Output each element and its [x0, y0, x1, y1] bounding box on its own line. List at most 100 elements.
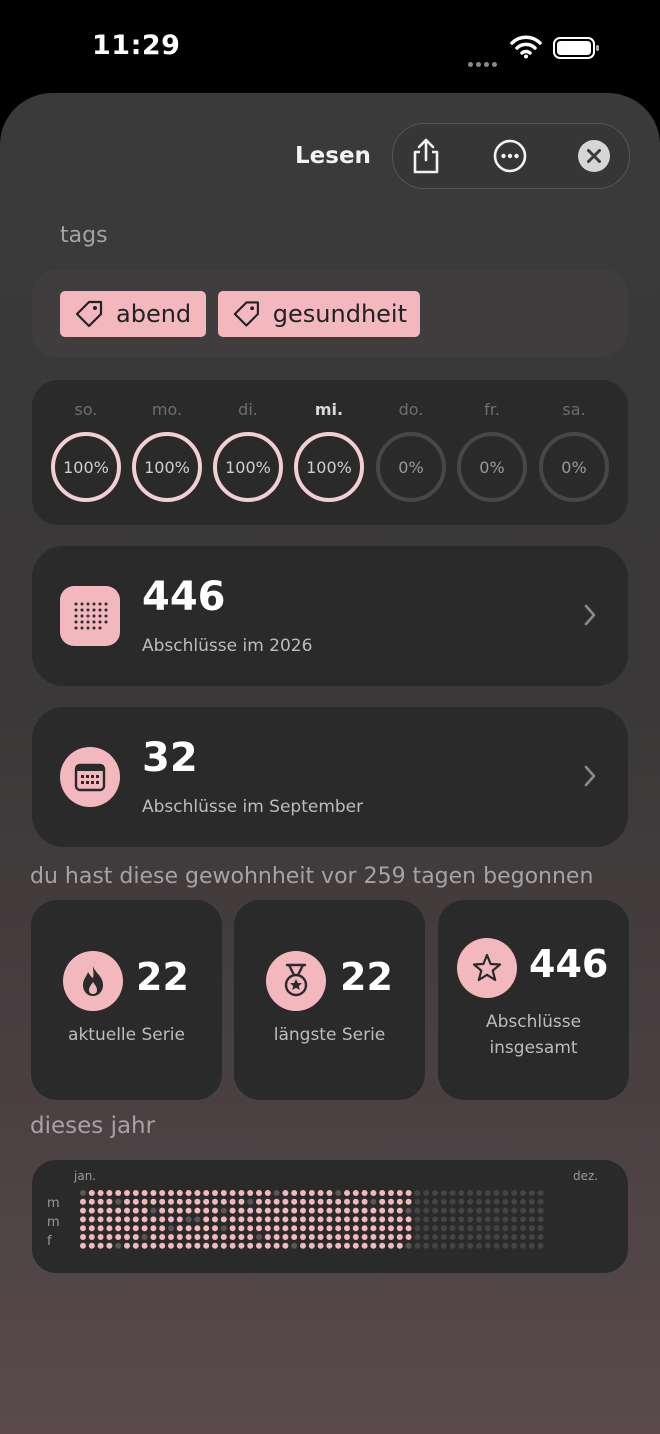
current-streak-label: aktuelle Serie	[68, 1025, 185, 1045]
habit-detail-sheet: Lesen tags abend gesundheit so. 100% mo.…	[0, 93, 660, 1434]
heatmap-day-dot	[414, 1216, 421, 1223]
year-completions-label: Abschlüsse im 2026	[142, 636, 313, 656]
heatmap-day-dot	[150, 1234, 157, 1240]
share-button[interactable]	[396, 124, 456, 188]
heatmap-day-dot	[150, 1198, 157, 1205]
weekday-column[interactable]: di. 100%	[209, 400, 287, 502]
weekday-column[interactable]: so. 100%	[47, 400, 125, 502]
heatmap-day-dot	[467, 1225, 474, 1232]
heatmap-day-dot	[520, 1207, 526, 1214]
heatmap-day-dot	[432, 1216, 438, 1223]
heatmap-day-dot	[141, 1216, 148, 1223]
month-completions-card[interactable]: 32 Abschlüsse im September	[32, 707, 628, 847]
heatmap-day-dot	[176, 1234, 183, 1240]
heatmap-day-dot	[396, 1242, 403, 1249]
heatmap-day-dot	[326, 1216, 333, 1223]
weekday-column[interactable]: mo. 100%	[128, 400, 206, 502]
heatmap-day-dot	[282, 1207, 289, 1214]
heatmap-day-dot	[115, 1198, 122, 1205]
year-heatmap-card[interactable]: jan. dez. m m f	[32, 1160, 628, 1273]
heatmap-day-dot	[291, 1207, 298, 1214]
heatmap-day-dot	[141, 1190, 148, 1196]
heatmap-day-dot	[194, 1190, 201, 1196]
heatmap-day-dot	[520, 1190, 526, 1196]
heatmap-day-dot	[168, 1207, 174, 1214]
heatmap-day-dot	[308, 1198, 315, 1205]
heatmap-day-dot	[520, 1225, 526, 1232]
heatmap-day-dot	[352, 1242, 359, 1249]
heatmap-day-dot	[467, 1198, 474, 1205]
battery-icon	[553, 36, 601, 64]
weekday-column[interactable]: do. 0%	[372, 400, 450, 502]
weekday-column[interactable]: fr. 0%	[453, 400, 531, 502]
heatmap-day-dot	[476, 1242, 482, 1249]
heatmap-day-dot	[220, 1198, 227, 1205]
heatmap-day-dot	[97, 1198, 104, 1205]
heatmap-day-dot	[458, 1198, 465, 1205]
heatmap-day-dot	[352, 1198, 359, 1205]
heatmap-day-dot	[264, 1242, 271, 1249]
heatmap-day-dot	[335, 1242, 342, 1249]
heatmap-day-dot	[185, 1225, 192, 1232]
heatmap-day-dot	[326, 1198, 333, 1205]
heatmap-day-dot	[291, 1234, 298, 1240]
heatmap-day-dot	[326, 1207, 333, 1214]
heatmap-day-dot	[97, 1190, 104, 1196]
weekday-column[interactable]: mi. 100%	[290, 400, 368, 502]
heatmap-day-dot	[80, 1225, 86, 1232]
heatmap-day-dot	[115, 1216, 122, 1223]
heatmap-day-dot	[300, 1216, 306, 1223]
heatmap-day-dot	[432, 1190, 438, 1196]
heatmap-day-dot	[449, 1234, 456, 1240]
heatmap-day-dot	[326, 1190, 333, 1196]
heatmap-day-dot	[379, 1242, 386, 1249]
heatmap-day-dot	[115, 1234, 122, 1240]
heatmap-day-dot	[493, 1225, 500, 1232]
heatmap-day-dot	[203, 1225, 210, 1232]
tag-chip[interactable]: gesundheit	[218, 291, 420, 337]
heatmap-day-dot	[344, 1198, 350, 1205]
weekday-progress-ring: 100%	[132, 432, 202, 502]
heatmap-day-dot	[528, 1190, 535, 1196]
star-icon	[457, 938, 517, 998]
heatmap-day-dot	[344, 1216, 350, 1223]
heatmap-day-dot	[203, 1207, 210, 1214]
heatmap-day-dot	[511, 1225, 518, 1232]
total-completions-value: 446	[529, 942, 609, 986]
longest-streak-value: 22	[340, 955, 393, 999]
tags-card: abend gesundheit	[32, 269, 628, 357]
heatmap-day-dot	[229, 1190, 236, 1196]
heatmap-day-dot	[511, 1207, 518, 1214]
heatmap-day-dot	[256, 1234, 262, 1240]
heatmap-day-dot	[212, 1190, 218, 1196]
heatmap-day-dot	[344, 1225, 350, 1232]
heatmap-day-dot	[502, 1216, 509, 1223]
heatmap-day-dot	[467, 1216, 474, 1223]
weekday-label: so.	[74, 400, 98, 419]
heatmap-day-dot	[106, 1198, 113, 1205]
heatmap-day-dot	[423, 1190, 430, 1196]
tag-label: gesundheit	[272, 300, 407, 328]
weekday-column[interactable]: sa. 0%	[535, 400, 613, 502]
close-button[interactable]	[564, 124, 624, 188]
heatmap-day-dot	[458, 1216, 465, 1223]
heatmap-day-dot	[449, 1216, 456, 1223]
year-completions-card[interactable]: 446 Abschlüsse im 2026	[32, 546, 628, 686]
heatmap-day-dot	[370, 1190, 377, 1196]
heatmap-day-dot	[484, 1225, 491, 1232]
heatmap-day-dot	[405, 1216, 412, 1223]
heatmap-day-dot	[449, 1225, 456, 1232]
heatmap-day-dot	[282, 1198, 289, 1205]
more-button[interactable]	[480, 124, 540, 188]
heatmap-day-dot	[159, 1207, 166, 1214]
heatmap-day-dot	[159, 1216, 166, 1223]
heatmap-day-dot	[176, 1242, 183, 1249]
heatmap-day-dot	[379, 1190, 386, 1196]
heatmap-day-dot	[176, 1216, 183, 1223]
tag-icon	[75, 300, 103, 328]
heatmap-day-dot	[247, 1216, 254, 1223]
heatmap-day-dot	[238, 1242, 245, 1249]
heatmap-day-dot	[238, 1198, 245, 1205]
heatmap-day-dot	[168, 1234, 174, 1240]
tag-chip[interactable]: abend	[60, 291, 206, 337]
